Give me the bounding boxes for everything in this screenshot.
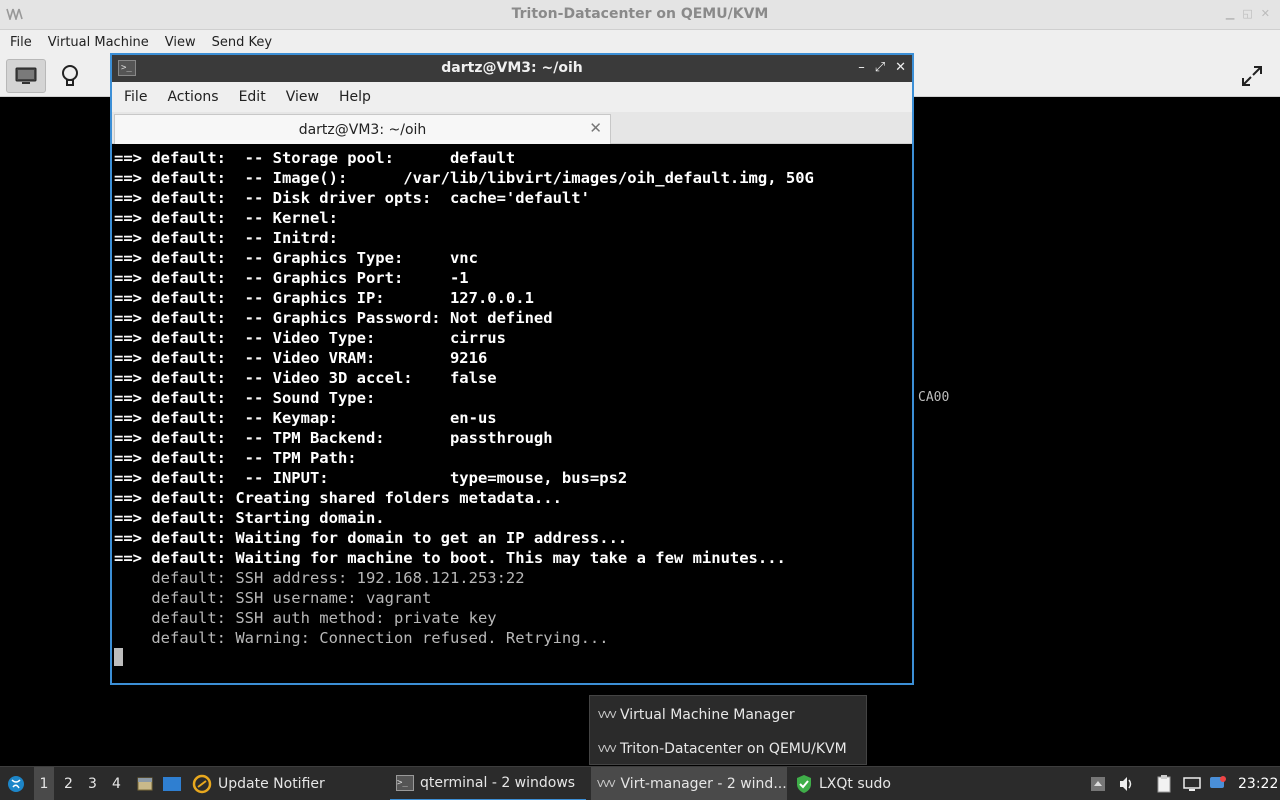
guest-console-text: CA00 <box>918 390 950 405</box>
file-manager-launcher[interactable] <box>136 767 154 800</box>
terminal-line: ==> default: Starting domain. <box>114 509 385 527</box>
terminal-line: ==> default: -- Kernel: <box>114 209 338 227</box>
popup-item-label: Triton-Datacenter on QEMU/KVM <box>620 741 847 757</box>
terminal-line: ==> default: Creating shared folders met… <box>114 489 562 507</box>
terminal-line: ==> default: Waiting for domain to get a… <box>114 529 628 547</box>
taskbar-window-popup: VVV Virtual Machine Manager VVV Triton-D… <box>589 695 867 765</box>
terminal-line: ==> default: -- TPM Path: <box>114 449 357 467</box>
monitor-icon <box>15 67 37 84</box>
menu-send-key[interactable]: Send Key <box>204 35 280 50</box>
vm-window-title: Triton-Datacenter on QEMU/KVM <box>511 6 769 22</box>
desktop-switch-3[interactable]: 3 <box>88 767 97 800</box>
tray-expand-icon[interactable] <box>1090 767 1106 800</box>
menu-edit[interactable]: Edit <box>229 89 276 105</box>
terminal-line: ==> default: -- Video Type: cirrus <box>114 329 506 347</box>
desktop-switch-2[interactable]: 2 <box>64 767 73 800</box>
menu-virtual-machine[interactable]: Virtual Machine <box>40 35 157 50</box>
volume-icon[interactable] <box>1118 767 1136 800</box>
task-lxqt-sudo[interactable]: LXQt sudo <box>795 767 891 800</box>
terminal-line: ==> default: -- Video VRAM: 9216 <box>114 349 488 367</box>
popup-item-virtual-machine-manager[interactable]: VVV Virtual Machine Manager <box>598 703 795 727</box>
task-label: Virt-manager - 2 wind... <box>620 776 787 792</box>
clipboard-icon[interactable] <box>1155 767 1173 800</box>
terminal-tabbar: dartz@VM3: ~/oih ✕ <box>112 112 912 144</box>
terminal-line: ==> default: -- Keymap: en-us <box>114 409 497 427</box>
terminal-titlebar[interactable]: >_ dartz@VM3: ~/oih – ⤢ ✕ <box>112 55 912 82</box>
menu-file[interactable]: File <box>2 35 40 50</box>
terminal-tab[interactable]: dartz@VM3: ~/oih ✕ <box>114 114 611 144</box>
terminal-window[interactable]: >_ dartz@VM3: ~/oih – ⤢ ✕ File Actions E… <box>110 53 914 685</box>
terminal-line: ==> default: -- Graphics Port: -1 <box>114 269 469 287</box>
shield-check-icon <box>797 775 811 793</box>
start-menu-button[interactable] <box>6 767 30 800</box>
terminal-line: ==> default: -- Initrd: <box>114 229 338 247</box>
terminal-cursor <box>114 648 123 666</box>
desktop-switch-4[interactable]: 4 <box>112 767 121 800</box>
terminal-line: ==> default: -- Graphics IP: 127.0.0.1 <box>114 289 534 307</box>
popup-item-triton-datacenter[interactable]: VVV Triton-Datacenter on QEMU/KVM <box>598 737 847 761</box>
tab-close-icon[interactable]: ✕ <box>589 119 602 137</box>
terminal-line: ==> default: -- Image(): /var/lib/libvir… <box>114 169 814 187</box>
task-update-notifier[interactable]: Update Notifier <box>192 767 325 800</box>
virt-manager-icon: VVV <box>597 778 616 790</box>
task-qterminal[interactable]: >_ qterminal - 2 windows <box>390 767 586 800</box>
terminal-line: ==> default: -- Storage pool: default <box>114 149 516 167</box>
terminal-line: ==> default: -- Graphics Password: Not d… <box>114 309 553 327</box>
desktop-switch-1[interactable]: 1 <box>34 767 54 800</box>
menu-actions[interactable]: Actions <box>157 89 228 105</box>
clock[interactable]: 23:22 <box>1238 767 1278 800</box>
terminal-menubar: File Actions Edit View Help <box>112 82 912 112</box>
terminal-icon: >_ <box>396 775 414 791</box>
close-icon[interactable]: ✕ <box>1261 7 1270 20</box>
terminal-prompt-line <box>114 648 910 668</box>
close-icon[interactable]: ✕ <box>895 60 906 75</box>
drawer-icon <box>137 777 153 791</box>
fullscreen-button[interactable] <box>1232 59 1272 93</box>
terminal-line: ==> default: -- Graphics Type: vnc <box>114 249 478 267</box>
expand-icon <box>1242 66 1262 86</box>
terminal-line: ==> default: -- Disk driver opts: cache=… <box>114 189 590 207</box>
terminal-line: default: Warning: Connection refused. Re… <box>114 629 609 647</box>
taskbar: 1 2 3 4 Update Notifier >_ qterminal - 2… <box>0 766 1280 800</box>
terminal-line: ==> default: Waiting for machine to boot… <box>114 549 786 567</box>
popup-item-label: Virtual Machine Manager <box>620 707 795 723</box>
terminal-line: ==> default: -- Video 3D accel: false <box>114 369 497 387</box>
menu-help[interactable]: Help <box>329 89 381 105</box>
vm-menubar: File Virtual Machine View Send Key <box>0 30 1280 54</box>
minimize-icon[interactable]: ▁ <box>1226 7 1234 20</box>
virt-manager-icon: VVV <box>598 743 617 755</box>
menu-file[interactable]: File <box>114 89 157 105</box>
maximize-icon[interactable]: ◱ <box>1242 7 1252 20</box>
task-label: qterminal - 2 windows <box>420 775 576 791</box>
terminal-line: ==> default: -- TPM Backend: passthrough <box>114 429 553 447</box>
vm-window-titlebar[interactable]: Triton-Datacenter on QEMU/KVM ▁ ◱ ✕ <box>0 0 1280 30</box>
virt-manager-icon: VVV <box>598 709 617 721</box>
menu-view[interactable]: View <box>276 89 329 105</box>
lightbulb-icon <box>62 65 78 86</box>
show-desktop-button[interactable] <box>162 767 182 800</box>
terminal-line: default: SSH username: vagrant <box>114 589 432 607</box>
terminal-output[interactable]: ==> default: -- Storage pool: default ==>… <box>114 148 910 678</box>
terminal-tab-label: dartz@VM3: ~/oih <box>298 122 427 138</box>
console-view-button[interactable] <box>6 59 46 93</box>
task-virt-manager[interactable]: VVV Virt-manager - 2 wind... <box>591 767 787 800</box>
terminal-line: default: SSH auth method: private key <box>114 609 497 627</box>
desktop-icon <box>163 777 181 791</box>
maximize-icon[interactable]: ⤢ <box>875 60 885 75</box>
network-icon[interactable] <box>1182 767 1202 800</box>
details-view-button[interactable] <box>50 59 90 93</box>
task-label: LXQt sudo <box>819 776 891 792</box>
terminal-line: default: SSH address: 192.168.121.253:22 <box>114 569 525 587</box>
terminal-line: ==> default: -- INPUT: type=mouse, bus=p… <box>114 469 628 487</box>
update-notifier-icon <box>192 774 212 794</box>
menu-view[interactable]: View <box>157 35 204 50</box>
task-label: Update Notifier <box>218 776 325 792</box>
lxqt-logo-icon <box>8 776 24 792</box>
notification-icon[interactable] <box>1208 767 1228 800</box>
terminal-line: ==> default: -- Sound Type: <box>114 389 376 407</box>
minimize-icon[interactable]: – <box>858 60 865 75</box>
terminal-window-title: dartz@VM3: ~/oih <box>441 60 583 76</box>
